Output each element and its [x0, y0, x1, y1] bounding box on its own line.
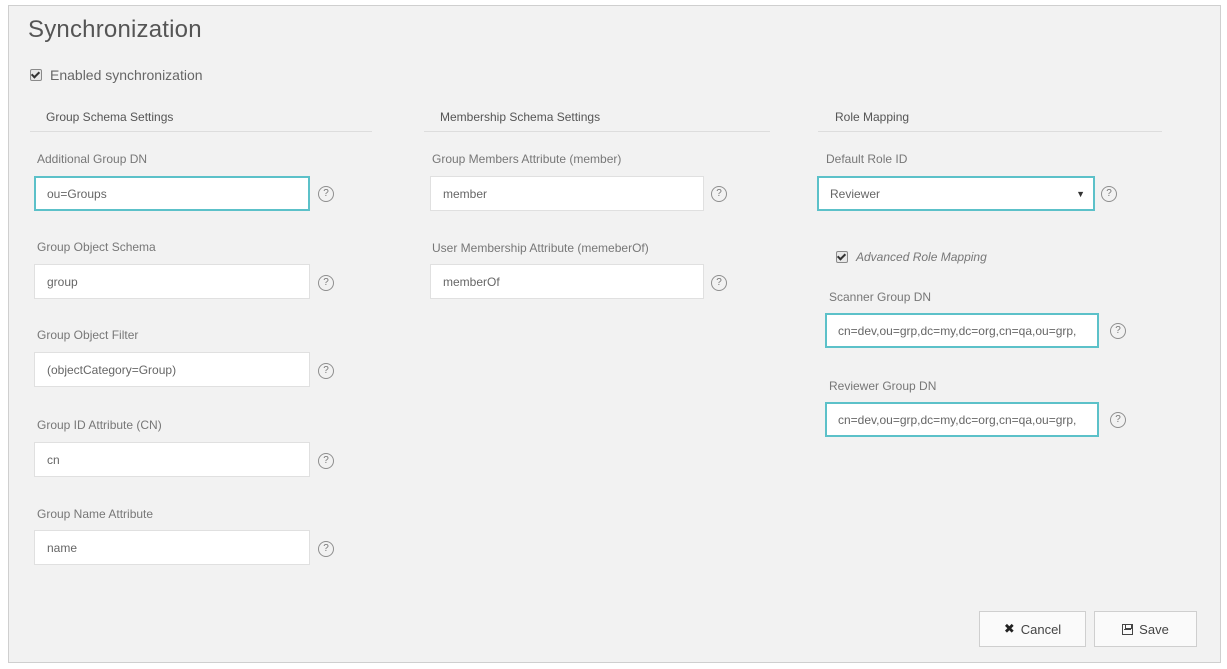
group-object-schema-input[interactable]: group — [34, 264, 310, 299]
save-button-label: Save — [1139, 621, 1169, 637]
default-role-id-value: Reviewer — [830, 186, 881, 201]
group-members-attribute-input[interactable]: member — [430, 176, 704, 211]
advanced-role-mapping-checkbox[interactable] — [836, 251, 848, 263]
page-title: Synchronization — [28, 16, 202, 43]
group-name-attribute-label: Group Name Attribute — [37, 507, 154, 521]
group-schema-divider — [30, 131, 372, 132]
membership-schema-divider — [424, 131, 770, 132]
scanner-group-dn-label: Scanner Group DN — [829, 290, 932, 304]
question-circle-icon[interactable]: ? — [318, 186, 334, 202]
reviewer-group-dn-label: Reviewer Group DN — [829, 379, 937, 393]
reviewer-group-dn-input[interactable]: cn=dev,ou=grp,dc=my,dc=org,cn=qa,ou=grp, — [825, 402, 1099, 437]
question-circle-icon[interactable]: ? — [711, 186, 727, 202]
default-role-id-select[interactable]: Reviewer ▼ — [817, 176, 1095, 211]
question-circle-icon[interactable]: ? — [711, 275, 727, 291]
question-circle-icon[interactable]: ? — [318, 453, 334, 469]
enabled-synchronization-row[interactable]: Enabled synchronization — [30, 67, 203, 83]
user-membership-attribute-label: User Membership Attribute (memeberOf) — [432, 241, 649, 255]
additional-group-dn-input[interactable]: ou=Groups — [34, 176, 310, 211]
caret-down-icon: ▼ — [1076, 188, 1085, 199]
group-schema-heading: Group Schema Settings — [46, 110, 174, 124]
advanced-role-mapping-label: Advanced Role Mapping — [856, 250, 987, 264]
question-circle-icon[interactable]: ? — [318, 541, 334, 557]
enabled-synchronization-checkbox[interactable] — [30, 69, 42, 81]
question-circle-icon[interactable]: ? — [1110, 323, 1126, 339]
group-id-attribute-input[interactable]: cn — [34, 442, 310, 477]
enabled-synchronization-label: Enabled synchronization — [50, 67, 203, 83]
group-id-attribute-label: Group ID Attribute (CN) — [37, 418, 162, 432]
group-object-filter-input[interactable]: (objectCategory=Group) — [34, 352, 310, 387]
group-name-attribute-input[interactable]: name — [34, 530, 310, 565]
question-circle-icon[interactable]: ? — [318, 275, 334, 291]
x-icon: ✖ — [1003, 621, 1015, 636]
role-mapping-divider — [818, 131, 1162, 132]
cancel-button[interactable]: ✖ Cancel — [979, 611, 1086, 647]
question-circle-icon[interactable]: ? — [1101, 186, 1117, 202]
default-role-id-label: Default Role ID — [826, 152, 908, 166]
membership-schema-heading: Membership Schema Settings — [440, 110, 601, 124]
group-members-attribute-label: Group Members Attribute (member) — [432, 152, 622, 166]
scanner-group-dn-input[interactable]: cn=dev,ou=grp,dc=my,dc=org,cn=qa,ou=grp, — [825, 313, 1099, 348]
additional-group-dn-label: Additional Group DN — [37, 152, 148, 166]
save-button[interactable]: Save — [1094, 611, 1197, 647]
role-mapping-heading: Role Mapping — [835, 110, 910, 124]
question-circle-icon[interactable]: ? — [318, 363, 334, 379]
question-circle-icon[interactable]: ? — [1110, 412, 1126, 428]
cancel-button-label: Cancel — [1020, 621, 1062, 637]
group-object-filter-label: Group Object Filter — [37, 328, 139, 342]
user-membership-attribute-input[interactable]: memberOf — [430, 264, 704, 299]
group-object-schema-label: Group Object Schema — [37, 240, 156, 254]
floppy-disk-icon — [1122, 623, 1134, 635]
advanced-role-mapping-row[interactable]: Advanced Role Mapping — [836, 250, 987, 264]
